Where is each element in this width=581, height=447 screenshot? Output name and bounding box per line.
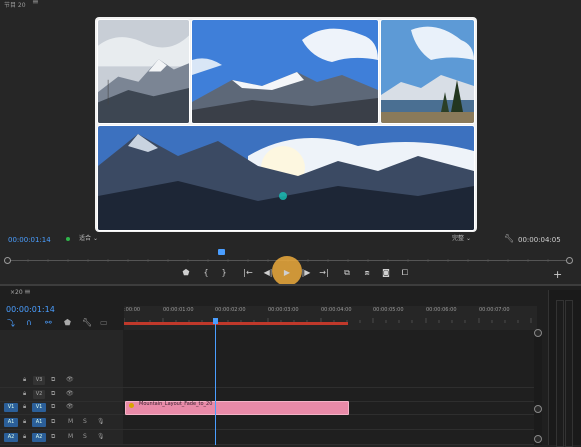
microphone-icon[interactable]: 🎙︎ bbox=[97, 433, 105, 440]
eye-icon[interactable]: 👁︎ bbox=[66, 390, 74, 397]
zoom-handle-right[interactable] bbox=[566, 257, 573, 264]
sync-lock-icon[interactable]: ⧉ bbox=[51, 403, 55, 411]
add-marker-icon[interactable]: ⬟ bbox=[64, 318, 71, 327]
compare-icon[interactable]: ⧠ bbox=[399, 268, 411, 278]
ruler-tick-label: 00:00:03:00 bbox=[268, 307, 299, 313]
solo-button[interactable]: S bbox=[83, 418, 87, 425]
solo-button[interactable]: S bbox=[83, 433, 87, 440]
program-monitor-tab[interactable]: 节目 20 bbox=[4, 0, 26, 9]
linked-selection-icon[interactable]: ⚯ bbox=[45, 318, 52, 327]
ruler-tick-label: 00:00:07:00 bbox=[479, 307, 510, 313]
play-icon[interactable]: ▶ bbox=[281, 268, 293, 278]
vertical-scrollbar[interactable] bbox=[534, 330, 542, 445]
track-row-v2: 🔒︎ V2 ⧉ 👁︎ bbox=[0, 388, 537, 402]
export-frame-icon[interactable]: ◙ bbox=[380, 268, 392, 278]
duration-timecode: 00:00:04:05 bbox=[518, 236, 561, 244]
ruler-tick-label: 00:00:05:00 bbox=[373, 307, 404, 313]
video-frame bbox=[95, 17, 477, 232]
lock-icon[interactable]: 🔒︎ bbox=[23, 418, 26, 426]
scroll-handle-audio[interactable] bbox=[534, 435, 542, 443]
track-name: A2 bbox=[32, 433, 46, 442]
source-patch[interactable]: V1 bbox=[4, 403, 18, 412]
add-button[interactable]: + bbox=[553, 268, 562, 281]
step-forward-icon[interactable]: |▶ bbox=[300, 268, 312, 278]
step-back-icon[interactable]: ◀| bbox=[262, 268, 274, 278]
lock-icon[interactable]: 🔒︎ bbox=[23, 390, 26, 398]
lock-icon[interactable]: 🔒︎ bbox=[23, 376, 26, 384]
sequence-tab[interactable]: 20 bbox=[15, 289, 23, 296]
source-patch[interactable]: A2 bbox=[4, 433, 18, 442]
sync-lock-icon[interactable]: ⧉ bbox=[51, 390, 55, 398]
lock-icon[interactable]: 🔒︎ bbox=[23, 403, 26, 411]
photo-snowy-peak-cloudy bbox=[97, 19, 190, 124]
sync-lock-icon[interactable]: ⧉ bbox=[51, 376, 55, 384]
snap-icon[interactable]: ∩ bbox=[26, 318, 32, 327]
source-patch[interactable]: A1 bbox=[4, 418, 18, 427]
photo-mountain-range-sunburst bbox=[97, 125, 475, 231]
eye-icon[interactable]: 👁︎ bbox=[66, 403, 74, 410]
track-row-a1: A1 🔒︎ A1 ⧉ M S 🎙︎ bbox=[0, 416, 537, 430]
track-name: V3 bbox=[33, 376, 45, 385]
monitor-playhead[interactable] bbox=[218, 249, 225, 255]
ruler-tick-label: 00:00:06:00 bbox=[426, 307, 457, 313]
go-to-in-icon[interactable]: |← bbox=[242, 268, 254, 278]
timeline-playhead-line[interactable] bbox=[215, 324, 216, 445]
eye-icon[interactable]: 👁︎ bbox=[66, 376, 74, 383]
fx-badge-icon bbox=[129, 403, 134, 408]
extract-icon[interactable]: ⧈ bbox=[361, 268, 373, 278]
ruler-tick-label: 00:00:04:00 bbox=[321, 307, 352, 313]
zoom-handle-left[interactable] bbox=[4, 257, 11, 264]
monitor-menu-icon[interactable]: ≡ bbox=[32, 0, 39, 6]
sync-lock-icon[interactable]: ⧉ bbox=[51, 433, 55, 441]
chevron-down-icon: ⌄ bbox=[465, 235, 471, 242]
playhead-timecode[interactable]: 00:00:01:14 bbox=[8, 236, 51, 244]
track-row-v3: 🔒︎ V3 ⧉ 👁︎ bbox=[0, 374, 537, 388]
lift-icon[interactable]: ⧉ bbox=[341, 268, 353, 278]
status-indicator bbox=[66, 237, 70, 241]
video-clip[interactable]: Mountain_Layout_Fade_to_20 bbox=[125, 401, 349, 415]
go-to-out-icon[interactable]: →| bbox=[318, 268, 330, 278]
marker-icon[interactable]: ⬟ bbox=[180, 268, 192, 278]
work-area-bar[interactable] bbox=[124, 322, 348, 325]
track-name: V1 bbox=[32, 403, 46, 412]
ruler-tick-label: 00:00:02:00 bbox=[215, 307, 246, 313]
scroll-handle-bottom[interactable] bbox=[534, 405, 542, 413]
clip-name: Mountain_Layout_Fade_to_20 bbox=[139, 401, 213, 407]
photo-snow-ridge-blue-sky bbox=[191, 19, 379, 124]
zoom-fit-label: 适合 bbox=[79, 235, 92, 242]
mute-button[interactable]: M bbox=[68, 433, 73, 440]
nest-toggle-icon[interactable]: ⤵ bbox=[7, 318, 15, 329]
audio-meter-right bbox=[565, 300, 573, 447]
lock-icon[interactable]: 🔒︎ bbox=[23, 433, 26, 441]
track-name: V2 bbox=[33, 390, 45, 399]
microphone-icon[interactable]: 🎙︎ bbox=[97, 418, 105, 425]
scroll-handle-top[interactable] bbox=[534, 329, 542, 337]
resolution-label: 完整 bbox=[452, 235, 465, 242]
chevron-down-icon: ⌄ bbox=[92, 235, 98, 242]
photo-lake-pine-mountain bbox=[380, 19, 475, 124]
timeline-timecode[interactable]: 00:00:01:14 bbox=[6, 305, 55, 314]
track-row-a2: A2 🔒︎ A2 ⧉ M S 🎙︎ bbox=[0, 431, 537, 445]
track-name: A1 bbox=[32, 418, 46, 427]
timeline-menu-icon[interactable]: ≡ bbox=[24, 287, 31, 296]
mark-in-icon[interactable]: { bbox=[200, 268, 212, 278]
captions-icon[interactable]: ▭ bbox=[100, 318, 108, 327]
zoom-fit-dropdown[interactable]: 适合 ⌄ bbox=[79, 234, 125, 244]
mark-out-icon[interactable]: } bbox=[218, 268, 230, 278]
audio-meter-left bbox=[556, 300, 564, 447]
settings-wrench-icon[interactable]: 🔧︎ bbox=[504, 234, 514, 243]
ruler-tick-label: 00:00:01:00 bbox=[163, 307, 194, 313]
ruler-tick-label: :00:00 bbox=[124, 307, 141, 313]
sync-lock-icon[interactable]: ⧉ bbox=[51, 418, 55, 426]
playback-resolution-dropdown[interactable]: 完整 ⌄ bbox=[452, 234, 498, 244]
timeline-settings-icon[interactable]: 🔧︎ bbox=[82, 318, 92, 327]
mute-button[interactable]: M bbox=[68, 418, 73, 425]
